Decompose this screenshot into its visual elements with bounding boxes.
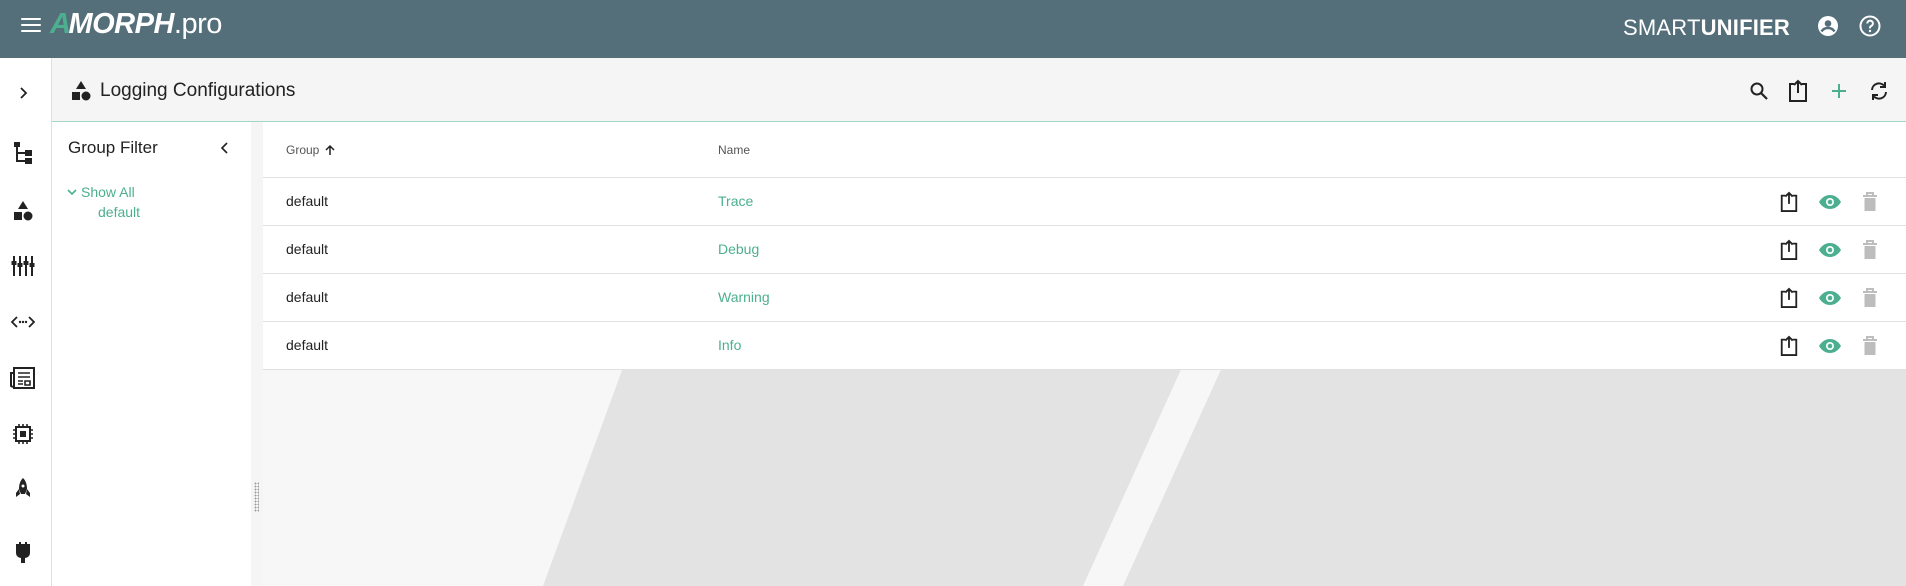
cell-name-link[interactable]: Trace <box>718 193 753 209</box>
table-row: default Info <box>263 322 1906 370</box>
column-header-name[interactable]: Name <box>718 143 750 157</box>
table-area: Group Name default Trace default Debug d… <box>263 122 1906 586</box>
logo-accent: A <box>50 8 71 40</box>
expand-icon[interactable] <box>10 80 36 106</box>
help-icon[interactable] <box>1858 14 1882 38</box>
search-icon[interactable] <box>1746 78 1772 104</box>
nav-rail <box>0 58 52 586</box>
view-icon[interactable] <box>1818 238 1842 262</box>
arrow-up-icon <box>325 144 335 155</box>
chip-icon[interactable] <box>10 421 36 447</box>
table-row: default Debug <box>263 226 1906 274</box>
delete-icon[interactable] <box>1858 286 1882 310</box>
export-icon[interactable] <box>1785 78 1811 104</box>
delete-icon[interactable] <box>1858 190 1882 214</box>
cell-name-link[interactable]: Warning <box>718 289 770 305</box>
app-topbar: A MORPH .pro SMARTUNIFIER <box>0 0 1906 58</box>
chevron-left-icon[interactable] <box>217 140 233 156</box>
refresh-icon[interactable] <box>1866 78 1892 104</box>
equalizer-icon[interactable] <box>10 253 36 279</box>
group-filter-title: Group Filter <box>68 138 158 157</box>
export-icon[interactable] <box>1777 286 1801 310</box>
newspaper-icon[interactable] <box>10 365 36 391</box>
group-filter-panel: Group Filter Show All default <box>52 122 251 586</box>
account-circle-icon[interactable] <box>1816 14 1840 38</box>
cell-group: default <box>286 289 329 305</box>
group-filter-header: Group Filter <box>52 122 251 174</box>
cell-name-link[interactable]: Debug <box>718 241 759 257</box>
export-icon[interactable] <box>1777 238 1801 262</box>
logo-suffix: .pro <box>173 8 222 40</box>
export-icon[interactable] <box>1777 334 1801 358</box>
tree-item-default[interactable]: default <box>98 204 140 220</box>
page-header: Logging Configurations <box>52 58 1906 122</box>
tree-item-show-all[interactable]: Show All <box>66 184 135 200</box>
cell-name-link[interactable]: Info <box>718 337 741 353</box>
logo-brand: MORPH <box>68 8 174 40</box>
product-name-bold: UNIFIER <box>1700 15 1790 40</box>
rocket-icon[interactable] <box>10 476 36 502</box>
menu-icon[interactable] <box>21 18 41 34</box>
export-icon[interactable] <box>1777 190 1801 214</box>
plug-icon[interactable] <box>10 540 36 566</box>
shapes-icon[interactable] <box>10 198 36 224</box>
column-header-group[interactable]: Group <box>286 143 336 157</box>
panel-splitter[interactable] <box>251 122 263 586</box>
cell-group: default <box>286 337 329 353</box>
app-logo[interactable]: A MORPH .pro <box>50 8 222 41</box>
hierarchy-icon[interactable] <box>10 140 36 166</box>
page-title: Logging Configurations <box>100 80 296 101</box>
code-arrows-icon[interactable] <box>10 309 36 335</box>
delete-icon[interactable] <box>1858 334 1882 358</box>
cell-group: default <box>286 193 329 209</box>
column-header-label: Group <box>286 143 320 157</box>
table-row: default Warning <box>263 274 1906 322</box>
table-row: default Trace <box>263 178 1906 226</box>
add-icon[interactable] <box>1826 78 1852 104</box>
group-filter-body <box>52 174 251 586</box>
data-table: Group Name default Trace default Debug d… <box>263 122 1906 370</box>
product-name-light: SMART <box>1622 15 1701 40</box>
cell-group: default <box>286 241 329 257</box>
view-icon[interactable] <box>1818 334 1842 358</box>
shapes-icon <box>70 80 92 102</box>
table-header: Group Name <box>263 122 1906 178</box>
splitter-grip-icon[interactable] <box>254 482 259 512</box>
delete-icon[interactable] <box>1858 238 1882 262</box>
view-icon[interactable] <box>1818 286 1842 310</box>
chevron-down-icon[interactable] <box>66 186 78 198</box>
column-header-label: Name <box>718 143 751 157</box>
tree-item-label: Show All <box>81 184 135 200</box>
product-name: SMARTUNIFIER <box>1623 15 1790 41</box>
view-icon[interactable] <box>1818 190 1842 214</box>
